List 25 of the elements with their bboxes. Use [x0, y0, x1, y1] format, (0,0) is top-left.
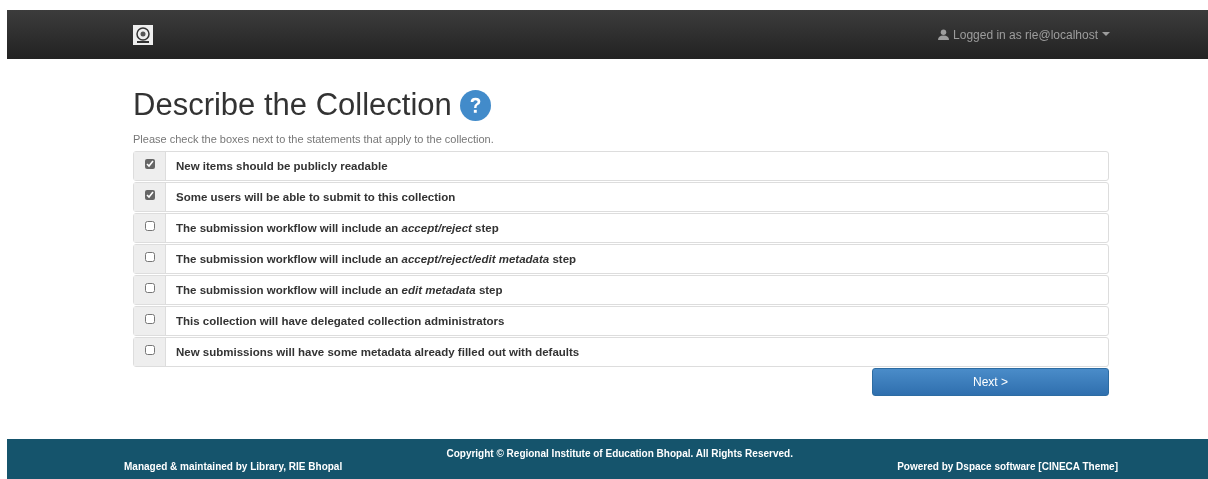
- checkbox[interactable]: [144, 190, 155, 200]
- user-menu[interactable]: Logged in as rie@localhost: [938, 27, 1110, 42]
- option-label: The submission workflow will include an edit metadata step: [175, 283, 503, 298]
- checkbox[interactable]: [144, 345, 155, 355]
- option-label: This collection will have delegated collection administrators: [175, 314, 505, 329]
- checkbox[interactable]: [144, 221, 155, 231]
- page-title: Describe the Collection: [133, 87, 452, 123]
- option-label: The submission workflow will include an accept/reject/edit metadata step: [175, 252, 577, 267]
- checkbox[interactable]: [144, 283, 155, 293]
- help-icon[interactable]: [459, 89, 491, 121]
- user-icon: [938, 29, 950, 40]
- checkbox[interactable]: [144, 252, 155, 262]
- checkbox[interactable]: [144, 314, 155, 324]
- footer-text: Powered by Dspace software [CINECA Theme]: [897, 461, 1118, 472]
- logo-icon: [133, 24, 153, 45]
- option-label: New submissions will have some metadata already filled out with defaults: [175, 345, 580, 360]
- caret-icon: [1102, 32, 1110, 37]
- copyright-text: Copyright © Regional Institute of Education Bhopal. All Rights Reserved.: [446, 448, 793, 461]
- option-label: The submission workflow will include an accept/reject step: [175, 221, 499, 236]
- instructions: Please check the boxes next to the statements that apply to the collection.: [133, 133, 495, 145]
- next-button[interactable]: Next >: [872, 368, 1109, 396]
- option-label: New items should be publicly readable: [175, 159, 388, 174]
- checkbox[interactable]: [144, 159, 155, 169]
- footer-text: Managed & maintained by Library, RIE Bhopal: [124, 461, 343, 472]
- option-label: Some users will be able to submit to this collection: [175, 190, 456, 205]
